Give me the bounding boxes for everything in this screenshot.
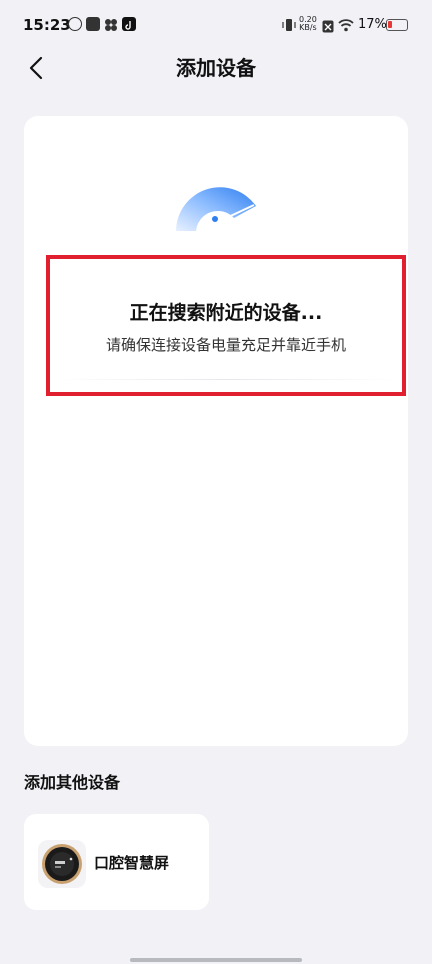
search-status-highlight: 正在搜索附近的设备... 请确保连接设备电量充足并靠近手机	[46, 255, 406, 396]
back-button[interactable]	[22, 54, 52, 84]
tiktok-icon	[122, 17, 136, 31]
chevron-left-icon	[29, 56, 43, 80]
radar-scan-icon	[176, 187, 256, 231]
battery-icon	[386, 19, 408, 31]
page-title: 添加设备	[176, 56, 256, 80]
search-subtitle: 请确保连接设备电量充足并靠近手机	[105, 336, 346, 354]
device-name: 口腔智慧屏	[94, 854, 170, 872]
device-card-oral-smart-screen[interactable]: 口腔智慧屏	[24, 814, 209, 910]
vibrate-icon	[282, 17, 296, 36]
notification-app-icon	[68, 17, 82, 31]
fan-icon	[104, 17, 118, 31]
network-speed: 0.20 KB/s	[299, 16, 317, 32]
oral-smart-screen-icon	[38, 840, 86, 888]
search-card	[24, 116, 408, 746]
home-indicator[interactable]	[130, 958, 302, 962]
divider	[56, 379, 396, 380]
battery-percent: 17%	[358, 17, 387, 32]
wifi-icon	[338, 17, 354, 36]
mail-icon	[86, 17, 100, 31]
other-devices-label: 添加其他设备	[24, 773, 121, 792]
sim-disabled-icon	[322, 18, 334, 37]
status-bar: 15:23 0.20 KB/s 17%	[0, 0, 432, 52]
search-title: 正在搜索附近的设备...	[129, 302, 323, 324]
status-time: 15:23	[23, 16, 71, 34]
network-speed-unit: KB/s	[299, 23, 317, 32]
